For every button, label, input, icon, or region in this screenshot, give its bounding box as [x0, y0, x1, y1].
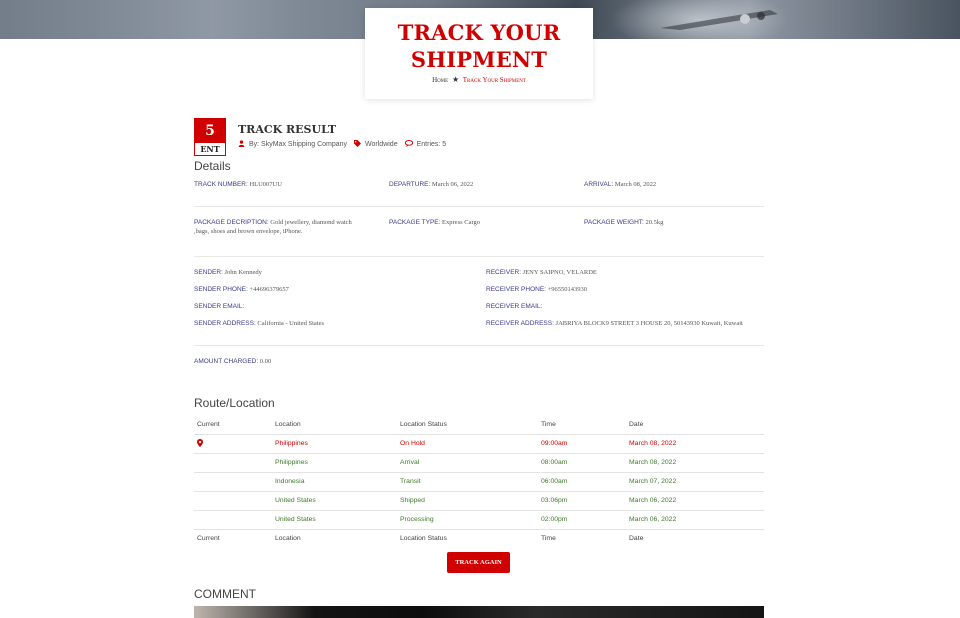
airplane-image [660, 10, 778, 30]
column-header: Time [541, 421, 556, 429]
map-marker-icon [197, 438, 203, 449]
badge-unit: ENT [200, 144, 220, 154]
table-row: Philippines Arrival 08:00am March 08, 20… [194, 452, 764, 472]
badge-number: 5 [195, 119, 225, 143]
sender-address-field: SENDER ADDRESS: California - United Stat… [194, 320, 325, 327]
page-title: TRACK YOUR SHIPMENT [397, 20, 561, 72]
receiver-address-field: RECEIVER ADDRESS: JABRIYA BLOCK9 STREET … [486, 320, 743, 327]
table-row: United States Processing 02:00pm March 0… [194, 509, 764, 530]
column-footer: Current [194, 528, 272, 547]
entries-badge: 5 ENT [194, 118, 226, 156]
sender-email-field: SENDER EMAIL: [194, 303, 245, 310]
amount-charged-field: AMOUNT CHARGED: 0.00 [194, 358, 272, 365]
package-description-field: PACKAGE DECRIPTION: Gold jewellery, diam… [194, 219, 352, 235]
package-type-field: PACKAGE TYPE: Express Cargo [389, 219, 481, 226]
comment-image [194, 606, 764, 618]
sender-phone-field: SENDER PHONE: +44696379657 [194, 286, 289, 293]
entries-count: Entries: 5 [416, 141, 447, 148]
table-row: Indonesia Transit 06:00am March 07, 2022 [194, 471, 764, 491]
comment-heading: COMMENT [194, 587, 256, 601]
column-footer: Location Status [397, 528, 538, 547]
arrival-value: March 08, 2022 [614, 181, 657, 188]
receiver-field: RECEIVER: JENY SAIPNO, VELARDE [486, 269, 597, 276]
package-weight-field: PACKAGE WEIGHT: 20.5kg [584, 219, 664, 226]
star-icon: ★ [451, 75, 460, 84]
column-footer: Location [272, 528, 397, 547]
route-heading: Route/Location [194, 396, 275, 410]
receiver-email-field: RECEIVER EMAIL: [486, 303, 543, 310]
arrival-field: ARRIVAL: March 08, 2022 [584, 181, 657, 188]
divider [194, 256, 764, 257]
route-table: Current Location Location Status Time Da… [194, 416, 764, 547]
breadcrumb: Home ★ Track Your Shipment [365, 75, 593, 84]
divider [194, 206, 764, 207]
column-header: Location [275, 421, 301, 429]
column-footer: Date [626, 528, 764, 547]
user-icon [238, 140, 245, 149]
author-text[interactable]: By: SkyMax Shipping Company [249, 141, 347, 148]
comments-icon [404, 140, 413, 149]
receiver-phone-field: RECEIVER PHONE: +96550143930 [486, 286, 588, 293]
departure-value: March 06, 2022 [431, 181, 474, 188]
track-number-field: TRACK NUMBER: HLU007UU [194, 181, 282, 188]
details-heading: Details [194, 159, 231, 173]
departure-field: DEPARTURE: March 06, 2022 [389, 181, 474, 188]
breadcrumb-home-link[interactable]: Home [432, 76, 448, 84]
sender-field: SENDER: John Kennedy [194, 269, 262, 276]
table-row: United States Shipped 03:06pm March 06, … [194, 490, 764, 510]
result-title: TRACK RESULT [238, 123, 337, 136]
track-again-button[interactable]: TRACK AGAIN [447, 552, 510, 573]
column-header: Location Status [400, 421, 447, 429]
tag-icon [354, 140, 362, 149]
breadcrumb-current: Track Your Shipment [462, 76, 526, 84]
track-number-value: HLU007UU [249, 181, 282, 188]
column-header: Current [197, 421, 220, 429]
page-title-card: TRACK YOUR SHIPMENT Home ★ Track Your Sh… [365, 8, 593, 99]
result-meta: By: SkyMax Shipping Company Worldwide En… [238, 140, 453, 149]
table-row: Philippines On Hold 09:00am March 08, 20… [194, 433, 764, 453]
divider [194, 345, 764, 346]
column-header: Date [629, 421, 644, 429]
category-link[interactable]: Worldwide [365, 141, 398, 148]
column-footer: Time [538, 528, 626, 547]
